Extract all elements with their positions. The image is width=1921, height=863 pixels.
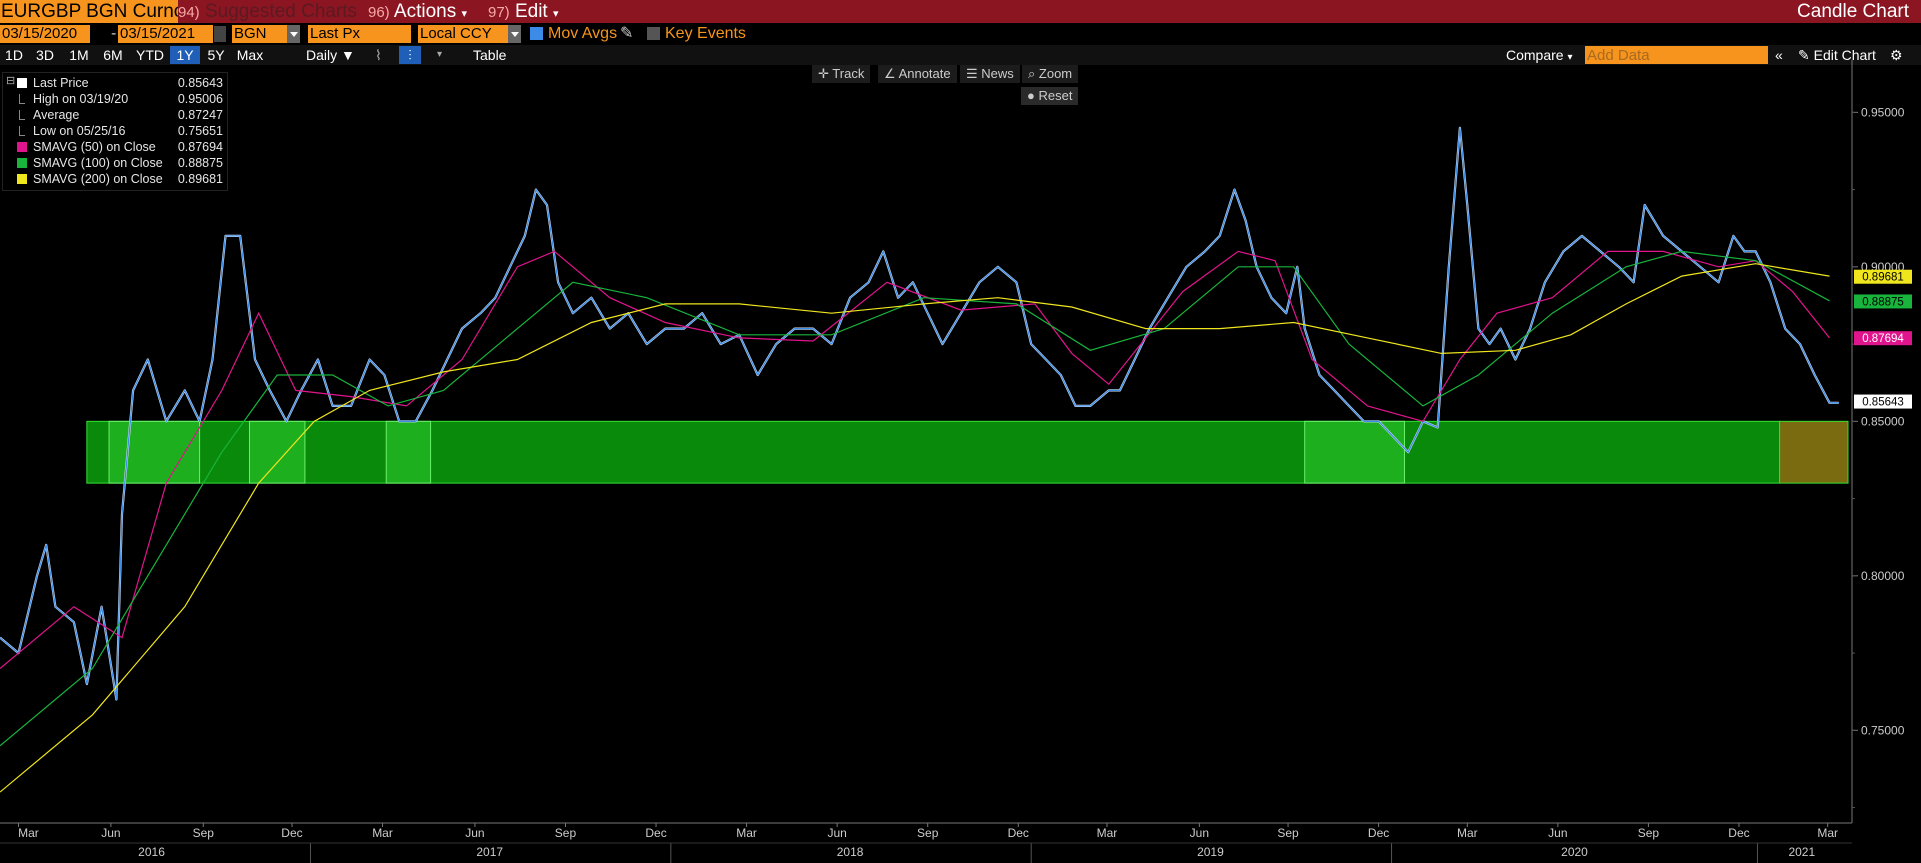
moving-average-line <box>0 250 1830 747</box>
legend-square-icon <box>17 158 27 168</box>
legend-high-marker-icon <box>19 94 25 104</box>
annotate-button[interactable]: ∠ Annotate <box>878 65 957 83</box>
legend-value: 0.95006 <box>177 92 223 106</box>
year-label: 2021 <box>1788 845 1815 859</box>
annotate-label: Annotate <box>898 66 951 81</box>
support-band-highlight <box>1304 420 1405 484</box>
price-chart[interactable]: 0.750000.800000.850000.900000.950000.896… <box>0 0 1921 863</box>
track-label: Track <box>832 66 865 81</box>
legend-value: 0.89681 <box>177 172 223 186</box>
x-tick-label: Dec <box>1008 826 1029 840</box>
track-button[interactable]: ✛ Track <box>812 65 871 83</box>
reset-icon: ● <box>1027 88 1035 103</box>
legend-collapse-icon[interactable]: ⊟ <box>6 74 15 87</box>
last-value-tag-label: 0.87694 <box>1862 333 1904 345</box>
legend-square-icon <box>17 174 27 184</box>
y-tick-label: 0.80000 <box>1861 569 1905 583</box>
x-tick-label: Dec <box>1368 826 1389 840</box>
last-value-tag-label: 0.89681 <box>1862 272 1904 284</box>
legend-name: Average <box>33 108 80 122</box>
reset-button[interactable]: ● Reset <box>1021 87 1079 105</box>
x-tick-label: Mar <box>372 826 393 840</box>
legend-square-icon <box>17 78 27 88</box>
legend-row[interactable]: SMAVG (50) on Close 0.87694 <box>3 139 227 155</box>
x-tick-label: Dec <box>645 826 666 840</box>
support-band-end <box>1779 420 1849 484</box>
x-tick-label: Mar <box>1457 826 1478 840</box>
last-value-tag-label: 0.88875 <box>1862 296 1904 308</box>
last-value-tag-label: 0.85643 <box>1862 397 1904 409</box>
year-label: 2020 <box>1561 845 1588 859</box>
legend-row[interactable]: SMAVG (100) on Close 0.88875 <box>3 155 227 171</box>
x-tick-label: Jun <box>465 826 484 840</box>
y-tick-label: 0.95000 <box>1861 105 1905 119</box>
legend-row[interactable]: Last Price 0.85643 <box>3 75 227 91</box>
support-band-highlight <box>385 420 432 484</box>
x-tick-label: Jun <box>101 826 120 840</box>
crosshair-icon: ✛ <box>818 66 829 81</box>
legend-value: 0.87247 <box>177 108 223 122</box>
x-tick-label: Dec <box>1728 826 1749 840</box>
zoom-button[interactable]: ⌕ Zoom <box>1022 65 1079 83</box>
annotate-icon: ∠ <box>884 66 896 81</box>
legend-average-line-icon <box>19 110 25 120</box>
x-tick-label: Sep <box>1277 826 1299 840</box>
zoom-label: Zoom <box>1038 66 1073 81</box>
support-band-highlight <box>108 420 201 484</box>
news-label: News <box>981 66 1014 81</box>
x-tick-label: Mar <box>1817 826 1838 840</box>
x-tick-label: Dec <box>281 826 302 840</box>
moving-average-line <box>0 263 1830 793</box>
legend-low-marker-icon <box>19 126 25 136</box>
year-label: 2019 <box>1197 845 1224 859</box>
legend-name: SMAVG (50) on Close <box>33 140 156 154</box>
x-tick-label: Mar <box>736 826 757 840</box>
year-label: 2018 <box>837 845 864 859</box>
legend-value: 0.85643 <box>177 76 223 90</box>
price-series-shadow <box>0 126 1839 701</box>
support-band-group <box>86 420 1849 484</box>
x-tick-label: Jun <box>1190 826 1209 840</box>
price-series-line <box>0 127 1839 701</box>
news-icon: ☰ <box>966 66 978 81</box>
legend-value: 0.87694 <box>177 140 223 154</box>
zoom-icon: ⌕ <box>1028 66 1036 81</box>
year-label: 2017 <box>476 845 503 859</box>
x-tick-label: Mar <box>1097 826 1118 840</box>
support-band <box>86 420 1781 484</box>
reset-label: Reset <box>1038 88 1073 103</box>
legend-row[interactable]: Average 0.87247 <box>3 107 227 123</box>
legend-value: 0.88875 <box>177 156 223 170</box>
support-band-highlight <box>248 420 306 484</box>
x-tick-label: Mar <box>18 826 39 840</box>
legend-name: SMAVG (100) on Close <box>33 156 163 170</box>
legend-row[interactable]: SMAVG (200) on Close 0.89681 <box>3 171 227 187</box>
y-tick-label: 0.75000 <box>1861 723 1905 737</box>
legend-name: SMAVG (200) on Close <box>33 172 163 186</box>
news-button[interactable]: ☰ News <box>960 65 1020 83</box>
legend-row[interactable]: Low on 05/25/16 0.75651 <box>3 123 227 139</box>
y-tick-label: 0.85000 <box>1861 414 1905 428</box>
x-tick-label: Sep <box>555 826 577 840</box>
legend-row[interactable]: High on 03/19/20 0.95006 <box>3 91 227 107</box>
x-tick-label: Jun <box>1548 826 1567 840</box>
legend-name: Low on 05/25/16 <box>33 124 126 138</box>
x-tick-label: Sep <box>193 826 215 840</box>
year-label: 2016 <box>138 845 165 859</box>
x-tick-label: Sep <box>917 826 939 840</box>
legend-name: Last Price <box>33 76 89 90</box>
legend-value: 0.75651 <box>177 124 223 138</box>
legend: Last Price 0.85643 High on 03/19/20 0.95006… <box>2 72 228 191</box>
legend-square-icon <box>17 142 27 152</box>
legend-name: High on 03/19/20 <box>33 92 129 106</box>
x-tick-label: Sep <box>1638 826 1660 840</box>
x-tick-label: Jun <box>827 826 846 840</box>
